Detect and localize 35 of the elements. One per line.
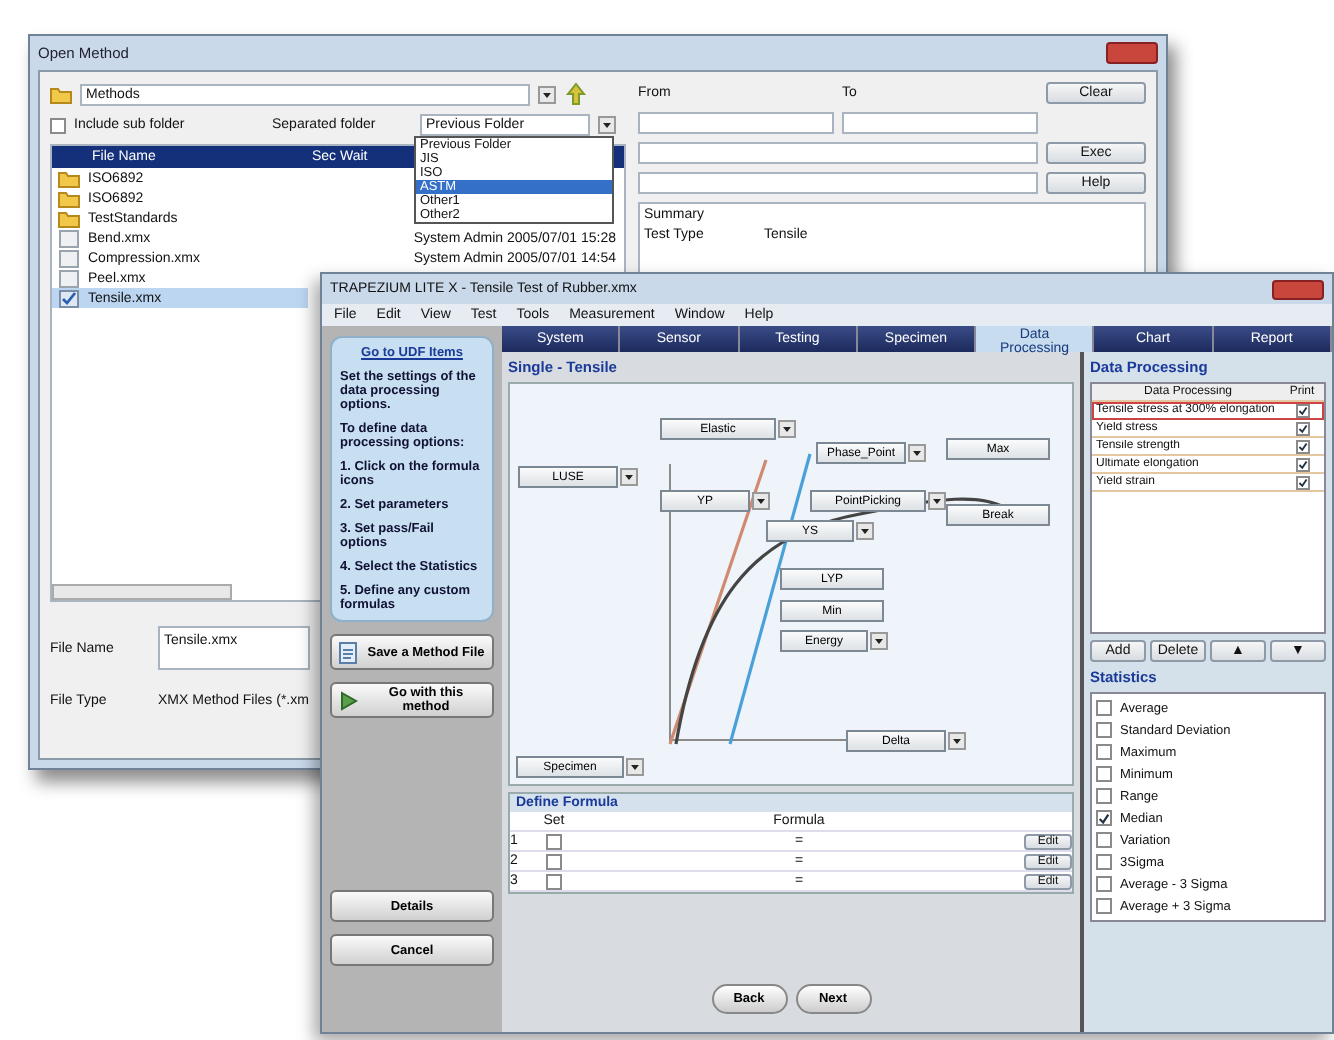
checkbox[interactable]	[50, 117, 66, 133]
file-icon	[58, 269, 80, 287]
checkbox[interactable]	[1295, 475, 1309, 489]
checkbox[interactable]	[1096, 876, 1112, 892]
from-combo[interactable]	[638, 112, 834, 134]
checkbox[interactable]	[1096, 788, 1112, 804]
checkbox[interactable]	[1096, 854, 1112, 870]
up-arrow-icon[interactable]	[564, 82, 588, 106]
checkbox[interactable]	[1096, 744, 1112, 760]
play-icon	[338, 689, 358, 711]
text-field[interactable]	[638, 142, 1038, 164]
scrollbar[interactable]	[52, 584, 232, 600]
file-icon	[58, 229, 80, 247]
to-combo[interactable]	[842, 112, 1038, 134]
checkbox[interactable]	[1096, 766, 1112, 782]
checkbox[interactable]	[1096, 832, 1112, 848]
checkbox[interactable]	[546, 853, 562, 869]
checkbox[interactable]	[1295, 457, 1309, 471]
folder-icon	[50, 85, 72, 103]
checkbox[interactable]	[1096, 722, 1112, 738]
checkbox[interactable]	[546, 873, 562, 889]
checkbox[interactable]	[1295, 439, 1309, 453]
file-icon	[58, 289, 80, 307]
document-icon	[338, 641, 358, 663]
checkbox[interactable]	[1295, 421, 1309, 435]
file-icon	[58, 249, 80, 267]
checkbox[interactable]	[1096, 898, 1112, 914]
checkbox[interactable]	[546, 833, 562, 849]
checkbox[interactable]	[1295, 403, 1309, 417]
checkbox[interactable]	[1096, 700, 1112, 716]
folder-icon	[58, 209, 80, 227]
close-button[interactable]	[1272, 279, 1324, 299]
text-field[interactable]	[638, 172, 1038, 194]
folder-icon	[58, 189, 80, 207]
checkbox[interactable]	[1096, 810, 1112, 826]
